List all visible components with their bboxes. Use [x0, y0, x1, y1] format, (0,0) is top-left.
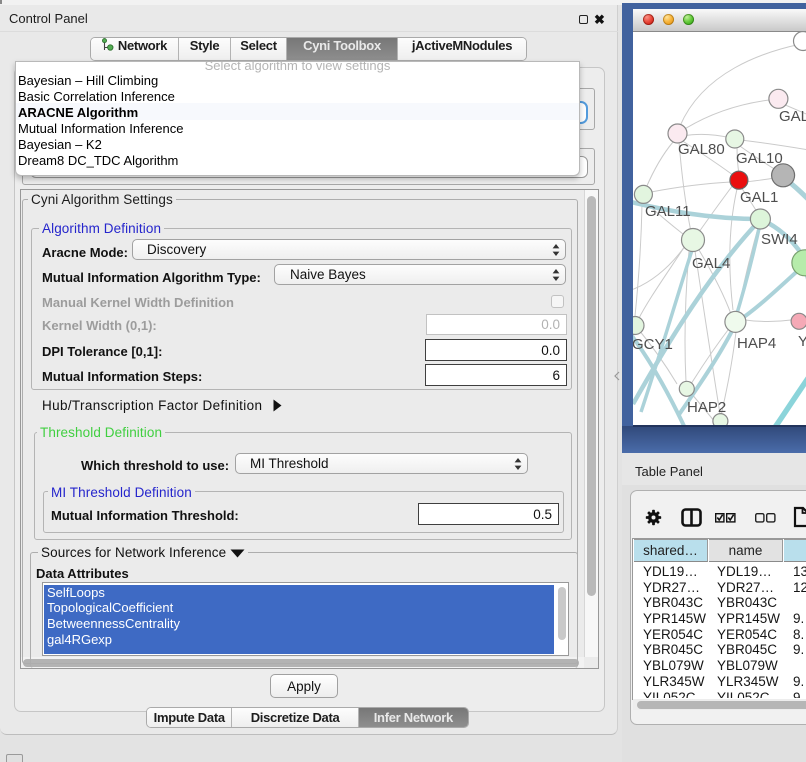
- svg-text:HAP2: HAP2: [687, 399, 726, 416]
- svg-text:GAL4: GAL4: [692, 255, 730, 272]
- svg-text:GAL1: GAL1: [740, 189, 778, 206]
- svg-text:GAL80: GAL80: [678, 141, 725, 158]
- svg-text:HAP4: HAP4: [737, 335, 776, 352]
- svg-text:SWI4: SWI4: [761, 231, 798, 248]
- svg-text:GAL11: GAL11: [645, 203, 691, 220]
- svg-text:Y: Y: [798, 333, 806, 350]
- svg-text:GAL2: GAL2: [779, 108, 806, 125]
- svg-text:GAL10: GAL10: [736, 150, 783, 167]
- svg-text:GCY1: GCY1: [633, 336, 673, 353]
